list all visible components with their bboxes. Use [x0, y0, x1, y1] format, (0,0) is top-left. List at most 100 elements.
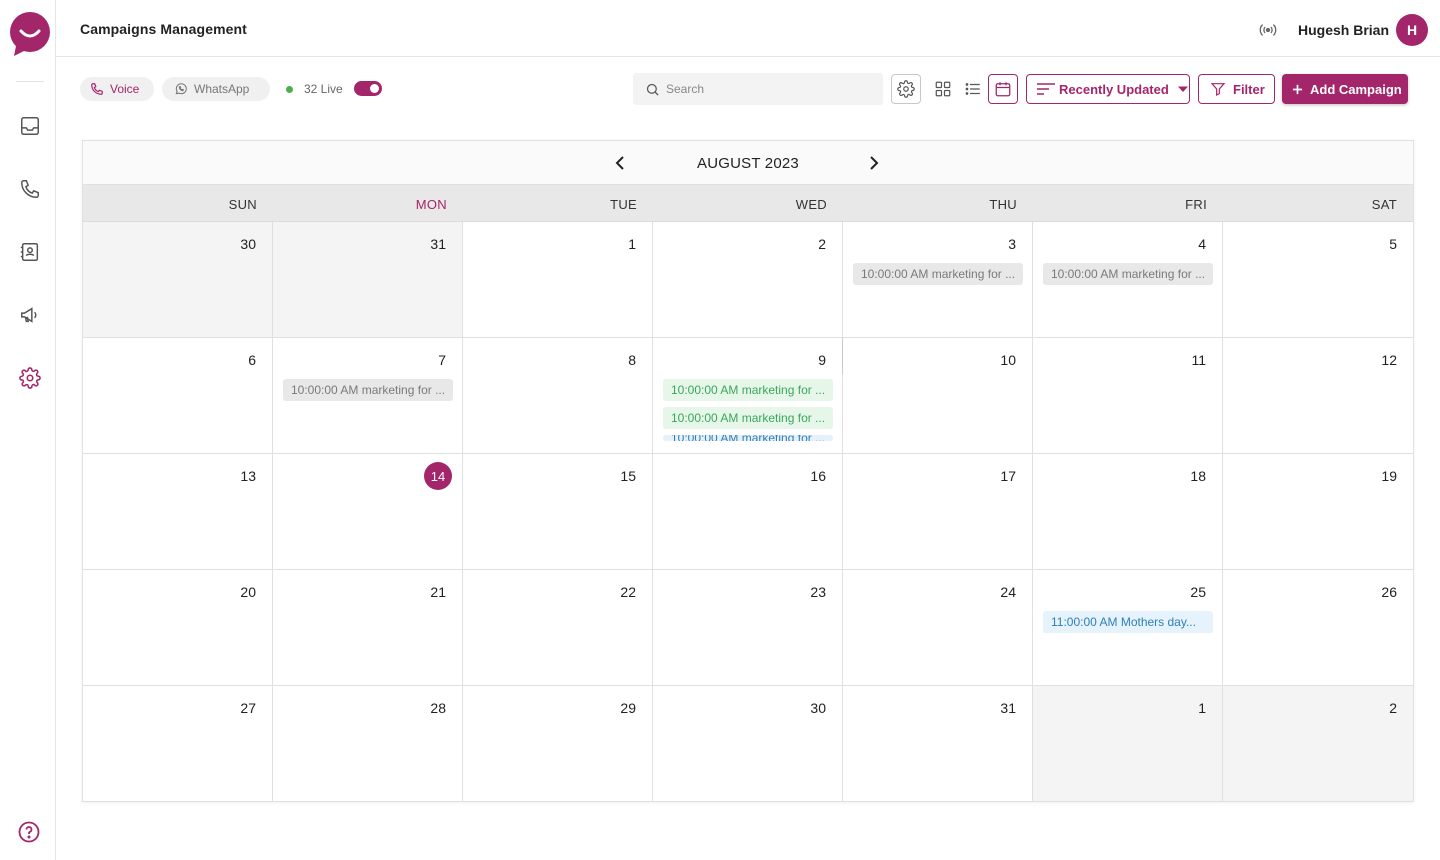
calendar-day-cell[interactable]: 26	[1223, 570, 1413, 686]
calendar-day-cell[interactable]: 8	[463, 338, 653, 454]
live-count: 32 Live	[304, 82, 343, 96]
campaign-event[interactable]: 10:00:00 AM marketing for ...	[283, 379, 453, 401]
calendar-day-cell[interactable]: 31	[273, 222, 463, 338]
calendar-day-cell[interactable]: 13	[83, 454, 273, 570]
day-number: 30	[810, 700, 826, 716]
contacts-icon[interactable]	[18, 240, 42, 264]
calendar-day-cell[interactable]: 22	[463, 570, 653, 686]
day-number: 23	[810, 584, 826, 600]
weekday-label-tue: TUE	[610, 197, 637, 212]
live-status-dot	[286, 86, 293, 93]
add-campaign-label: Add Campaign	[1310, 81, 1402, 97]
calendar-day-cell[interactable]: 7 10:00:00 AM marketing for ...	[273, 338, 463, 454]
whatsapp-icon	[175, 83, 187, 95]
calendar-day-cell[interactable]: 1	[1033, 686, 1223, 802]
sidebar	[0, 0, 56, 860]
settings-gear-icon[interactable]	[18, 366, 42, 390]
whatsapp-chip-label: WhatsApp	[194, 82, 250, 96]
next-month-button[interactable]	[863, 152, 885, 174]
calendar-day-cell[interactable]: 23	[653, 570, 843, 686]
day-number: 5	[1389, 236, 1397, 252]
list-view-button[interactable]	[958, 74, 988, 104]
calendar-day-cell[interactable]: 16	[653, 454, 843, 570]
sort-dropdown[interactable]: Recently Updated	[1026, 74, 1190, 104]
view-switcher	[928, 74, 1018, 104]
day-number: 9	[818, 352, 826, 368]
calendar-day-cell[interactable]: 31	[843, 686, 1033, 802]
filter-button[interactable]: Filter	[1198, 74, 1275, 104]
top-bar: Campaigns Management Hugesh Brian H	[56, 0, 1440, 57]
caret-down-icon	[1177, 86, 1188, 92]
inbox-icon[interactable]	[18, 114, 42, 138]
calendar-day-cell[interactable]: 6	[83, 338, 273, 454]
calendar-day-cell[interactable]: 9 10:00:00 AM marketing for ... 10:00:00 A…	[653, 338, 845, 454]
calendar-day-cell[interactable]: 17	[843, 454, 1033, 570]
calendar-day-cell[interactable]: 19	[1223, 454, 1413, 570]
day-number: 29	[620, 700, 636, 716]
list-icon	[965, 83, 980, 95]
broadcast-icon[interactable]	[1258, 20, 1278, 40]
campaign-event[interactable]: 10:00:00 AM marketing for ...	[663, 407, 833, 429]
campaign-event[interactable]: 10:00:00 AM marketing for ...	[853, 263, 1023, 285]
calendar-day-cell[interactable]: 10	[843, 338, 1033, 454]
calendar-view-button[interactable]	[988, 74, 1018, 104]
whatsapp-chip[interactable]: WhatsApp	[162, 77, 270, 101]
day-number: 26	[1381, 584, 1397, 600]
calendar-day-cell[interactable]: 20	[83, 570, 273, 686]
campaign-event[interactable]: 11:00:00 AM Mothers day...	[1043, 611, 1213, 633]
phone-icon[interactable]	[18, 177, 42, 201]
megaphone-icon[interactable]	[18, 303, 42, 327]
calendar-day-cell[interactable]: 14	[273, 454, 463, 570]
calendar-day-cell[interactable]: 5	[1223, 222, 1413, 338]
voice-chip[interactable]: Voice	[80, 77, 154, 101]
day-number: 7	[438, 352, 446, 368]
sort-icon	[1037, 83, 1055, 95]
calendar-day-cell[interactable]: 25 11:00:00 AM Mothers day...	[1033, 570, 1223, 686]
day-number: 10	[1000, 352, 1016, 368]
weekday-label-sat: SAT	[1371, 197, 1397, 212]
settings-button[interactable]	[891, 74, 921, 104]
avatar[interactable]: H	[1396, 14, 1428, 46]
brand-logo[interactable]	[10, 12, 50, 56]
day-number: 24	[1000, 584, 1016, 600]
calendar-day-cell[interactable]: 12	[1223, 338, 1413, 454]
calendar-day-cell[interactable]: 30	[653, 686, 843, 802]
calendar-day-cell[interactable]: 18	[1033, 454, 1223, 570]
calendar-day-cell[interactable]: 2	[653, 222, 843, 338]
search-box[interactable]	[633, 73, 883, 105]
calendar-day-cell[interactable]: 28	[273, 686, 463, 802]
calendar-day-cell[interactable]: 3 10:00:00 AM marketing for ...	[843, 222, 1033, 338]
campaign-event[interactable]: 10:00:00 AM marketing for ...	[663, 435, 833, 441]
calendar-day-cell[interactable]: 15	[463, 454, 653, 570]
calendar-day-cell[interactable]: 11	[1033, 338, 1223, 454]
filter-label: Filter	[1233, 81, 1265, 97]
calendar-grid: 30 31 1 2 3 10:00:00 AM marketing for ... 4 10:…	[83, 222, 1413, 802]
calendar-day-cell[interactable]: 21	[273, 570, 463, 686]
help-icon[interactable]	[17, 820, 41, 844]
add-campaign-button[interactable]: Add Campaign	[1282, 74, 1408, 104]
day-number: 15	[620, 468, 636, 484]
day-number: 27	[240, 700, 256, 716]
weekday-label-wed: WED	[795, 197, 827, 212]
calendar-day-cell[interactable]: 27	[83, 686, 273, 802]
calendar-day-cell[interactable]: 24	[843, 570, 1033, 686]
grid-view-button[interactable]	[928, 74, 958, 104]
page-title: Campaigns Management	[80, 21, 247, 37]
day-number: 6	[248, 352, 256, 368]
calendar-day-cell[interactable]: 29	[463, 686, 653, 802]
day-number: 18	[1190, 468, 1206, 484]
day-number: 8	[628, 352, 636, 368]
campaign-event[interactable]: 10:00:00 AM marketing for ...	[1043, 263, 1213, 285]
calendar-day-cell[interactable]: 2	[1223, 686, 1413, 802]
campaign-event[interactable]: 10:00:00 AM marketing for ...	[663, 379, 833, 401]
day-number: 12	[1381, 352, 1397, 368]
live-toggle[interactable]	[354, 81, 382, 96]
calendar-day-cell[interactable]: 30	[83, 222, 273, 338]
calendar-day-cell[interactable]: 4 10:00:00 AM marketing for ...	[1033, 222, 1223, 338]
weekday-label-mon: MON	[415, 197, 447, 212]
user-name[interactable]: Hugesh Brian	[1298, 22, 1389, 38]
phone-icon	[91, 83, 103, 95]
search-input[interactable]	[666, 82, 866, 96]
weekday-label-fri: FRI	[1185, 197, 1207, 212]
calendar-day-cell[interactable]: 1	[463, 222, 653, 338]
